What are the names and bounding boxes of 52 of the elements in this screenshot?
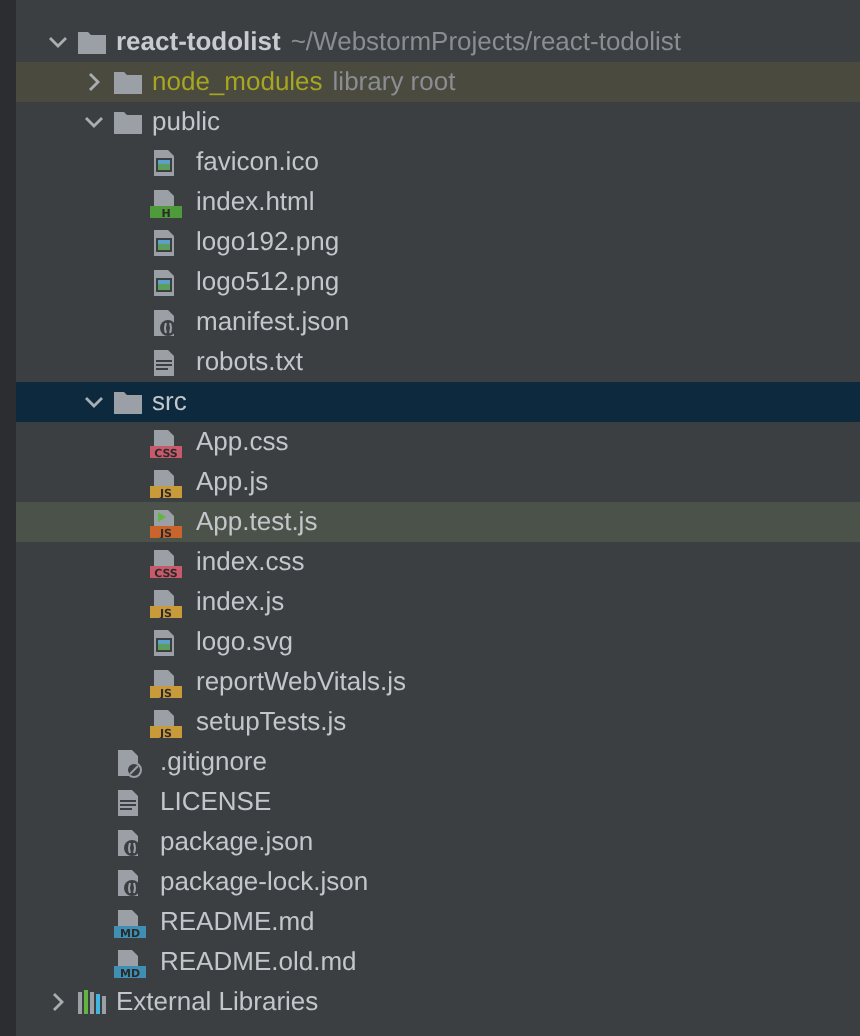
item-label: package.json: [160, 824, 314, 861]
item-note: ~/WebstormProjects/react-todolist: [290, 24, 682, 61]
item-label: favicon.ico: [196, 144, 319, 181]
item-label: logo.svg: [196, 624, 293, 661]
item-label: App.js: [196, 464, 269, 501]
item-label: src: [152, 384, 187, 421]
item-label: package-lock.json: [160, 864, 369, 901]
tree-row[interactable]: manifest.json: [16, 302, 860, 342]
item-label: setupTests.js: [196, 704, 347, 741]
folder-icon: [114, 390, 142, 414]
tree-row[interactable]: favicon.ico: [16, 142, 860, 182]
chevron-right-icon[interactable]: [48, 992, 68, 1012]
item-label: manifest.json: [196, 304, 350, 341]
tree-row[interactable]: src: [16, 382, 860, 422]
tree-row[interactable]: logo512.png: [16, 262, 860, 302]
item-label: reportWebVitals.js: [196, 664, 407, 701]
item-label: index.html: [196, 184, 315, 221]
tree-row[interactable]: logo.svg: [16, 622, 860, 662]
item-label: robots.txt: [196, 344, 303, 381]
tree-row[interactable]: robots.txt: [16, 342, 860, 382]
item-label: README.old.md: [160, 944, 357, 981]
item-label: README.md: [160, 904, 315, 941]
folder-icon: [78, 30, 106, 54]
item-label: .gitignore: [160, 744, 267, 781]
item-note: library root: [332, 64, 456, 101]
tree-row[interactable]: LICENSE: [16, 782, 860, 822]
item-label: index.css: [196, 544, 305, 581]
item-label: logo192.png: [196, 224, 340, 261]
tree-row[interactable]: package-lock.json: [16, 862, 860, 902]
item-label: index.js: [196, 584, 285, 621]
libraries-icon: [78, 990, 106, 1014]
item-label: LICENSE: [160, 784, 272, 821]
chevron-down-icon[interactable]: [84, 392, 104, 412]
tree-row[interactable]: .gitignore: [16, 742, 860, 782]
item-label: logo512.png: [196, 264, 340, 301]
tree-row[interactable]: package.json: [16, 822, 860, 862]
tree-row[interactable]: node_modules library root: [16, 62, 860, 102]
tree-row[interactable]: External Libraries: [16, 982, 860, 1022]
item-label: App.css: [196, 424, 289, 461]
item-label: node_modules: [152, 64, 323, 101]
folder-icon: [114, 110, 142, 134]
tree-row[interactable]: logo192.png: [16, 222, 860, 262]
chevron-right-icon[interactable]: [84, 72, 104, 92]
item-label: External Libraries: [116, 984, 319, 1021]
chevron-down-icon[interactable]: [84, 112, 104, 132]
tree-row[interactable]: public: [16, 102, 860, 142]
item-label: public: [152, 104, 220, 141]
item-label: App.test.js: [196, 504, 318, 541]
tree-row[interactable]: react-todolist ~/WebstormProjects/react-todolist: [16, 22, 860, 62]
item-label: react-todolist: [116, 24, 281, 61]
chevron-down-icon[interactable]: [48, 32, 68, 52]
folder-icon: [114, 70, 142, 94]
